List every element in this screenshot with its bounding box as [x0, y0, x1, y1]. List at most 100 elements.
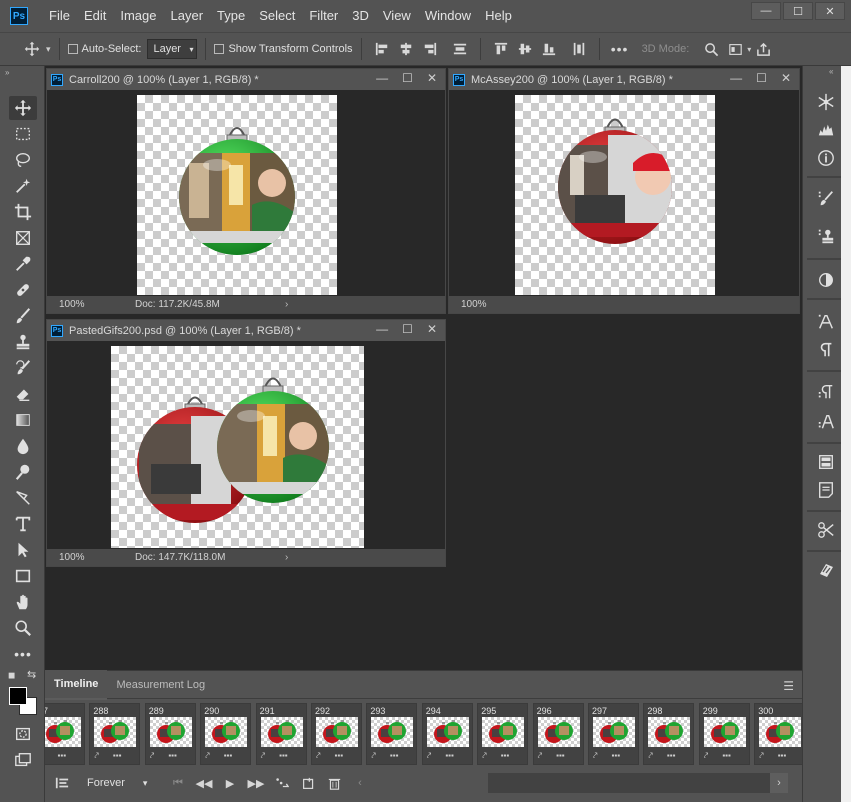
menu-type[interactable]: Type — [210, 0, 252, 32]
timeline-frame[interactable]: 300 ⤤ ▪▪▪ — [754, 703, 802, 765]
layer-comps-icon[interactable] — [811, 450, 841, 474]
chevron-down-icon[interactable]: ▾ — [46, 44, 51, 55]
menu-view[interactable]: View — [376, 0, 418, 32]
window-minimize-button[interactable]: — — [751, 2, 781, 20]
frame-delay-dropdown[interactable]: ⤤ ▪▪▪ — [648, 751, 675, 761]
eyedropper-icon[interactable] — [9, 252, 37, 276]
panel-collapse-icon[interactable]: « — [829, 67, 833, 76]
delete-frame-icon[interactable] — [321, 772, 347, 794]
screen-mode-icon[interactable] — [9, 748, 37, 772]
doc-close-button[interactable]: ✕ — [781, 71, 791, 85]
default-colors-icon[interactable]: ◼ — [8, 670, 15, 681]
menu-image[interactable]: Image — [113, 0, 163, 32]
quick-mask-icon[interactable] — [9, 722, 37, 746]
adjustments-icon[interactable] — [811, 268, 841, 292]
align-horizontal-centers-icon[interactable] — [394, 38, 418, 60]
frame-disposal-icon[interactable]: ⤤ — [648, 751, 653, 761]
more-icon[interactable]: ▪▪▪ — [722, 751, 731, 760]
document-titlebar[interactable]: Ps PastedGifs200.psd @ 100% (Layer 1, RG… — [47, 320, 445, 341]
frame-disposal-icon[interactable]: ⤤ — [316, 751, 321, 761]
frame-delay-dropdown[interactable]: ⤤▪▪▪ — [45, 751, 67, 761]
zoom-icon[interactable] — [9, 616, 37, 640]
brush-icon[interactable] — [9, 304, 37, 328]
frame-delay-dropdown[interactable]: ⤤ ▪▪▪ — [205, 751, 232, 761]
frame-disposal-icon[interactable]: ⤤ — [150, 751, 155, 761]
lasso-icon[interactable] — [9, 148, 37, 172]
notes-icon[interactable] — [811, 478, 841, 502]
previous-frame-icon[interactable]: ◀◀ — [191, 772, 217, 794]
tab-timeline[interactable]: Timeline — [45, 669, 108, 700]
window-close-button[interactable]: ✕ — [815, 2, 845, 20]
align-top-edges-icon[interactable] — [489, 38, 513, 60]
more-icon[interactable]: ▪▪▪ — [612, 751, 621, 760]
more-icon[interactable]: ▪▪▪ — [390, 751, 399, 760]
doc-close-button[interactable]: ✕ — [427, 71, 437, 85]
frame-delay-dropdown[interactable]: ⤤▪▪▪ — [371, 751, 398, 761]
frame-delay-dropdown[interactable]: ⤤▪▪▪ — [94, 751, 121, 761]
info-icon[interactable] — [811, 146, 841, 170]
menu-3d[interactable]: 3D — [345, 0, 376, 32]
timeline-frame[interactable]: 298 ⤤ ▪▪▪ — [643, 703, 695, 765]
distribute-icon[interactable] — [448, 38, 472, 60]
chevron-right-icon[interactable]: › — [770, 773, 788, 793]
snowflake-panel-icon[interactable] — [811, 90, 841, 114]
path-selection-icon[interactable] — [9, 538, 37, 562]
search-icon[interactable] — [699, 38, 723, 60]
workspace-switcher-icon[interactable] — [723, 38, 747, 60]
timeline-frame[interactable]: 288 ⤤ ▪▪▪ — [89, 703, 141, 765]
timeline-panel-icon[interactable] — [811, 558, 841, 582]
timeline-frame[interactable]: 290 ⤤ ▪▪▪ — [200, 703, 252, 765]
hand-icon[interactable] — [9, 590, 37, 614]
align-left-edges-icon[interactable] — [370, 38, 394, 60]
play-icon[interactable]: ▶ — [217, 772, 243, 794]
more-options-icon[interactable]: ••• — [608, 38, 632, 60]
chevron-right-icon[interactable]: › — [285, 552, 288, 563]
tween-icon[interactable] — [269, 772, 295, 794]
document-window-pastedgifs200[interactable]: Ps PastedGifs200.psd @ 100% (Layer 1, RG… — [46, 319, 446, 567]
history-brush-icon[interactable] — [9, 356, 37, 380]
more-icon[interactable]: ▪▪▪ — [224, 751, 233, 760]
loop-options-dropdown[interactable]: Forever ▾ — [87, 777, 157, 789]
frame-delay-dropdown[interactable]: ⤤▪▪▪ — [593, 751, 620, 761]
scrollbar-thumb[interactable]: › — [770, 773, 788, 793]
timeline-frame[interactable]: 291 ⤤ ▪▪▪ — [255, 703, 307, 765]
document-canvas[interactable] — [137, 95, 337, 295]
tool-presets-icon[interactable] — [811, 518, 841, 542]
edit-toolbar-icon[interactable]: ••• — [9, 642, 37, 666]
zoom-level[interactable]: 100% — [47, 299, 135, 310]
align-bottom-edges-icon[interactable] — [537, 38, 561, 60]
share-icon[interactable] — [751, 38, 775, 60]
more-icon[interactable]: ▪▪▪ — [113, 751, 122, 760]
paragraph-styles-icon[interactable] — [811, 380, 841, 404]
timeline-frame[interactable]: 289 ⤤ ▪▪▪ — [144, 703, 196, 765]
menu-file[interactable]: File — [42, 0, 77, 32]
menu-layer[interactable]: Layer — [164, 0, 211, 32]
frame-tool-icon[interactable] — [9, 226, 37, 250]
distribute-vertical-icon[interactable] — [567, 38, 591, 60]
frame-disposal-icon[interactable]: ⤤ — [205, 751, 210, 761]
more-icon[interactable]: ▪▪▪ — [667, 751, 676, 760]
crop-icon[interactable] — [9, 200, 37, 224]
healing-brush-icon[interactable] — [9, 278, 37, 302]
document-canvas[interactable] — [111, 346, 364, 548]
doc-close-button[interactable]: ✕ — [427, 322, 437, 336]
convert-to-video-timeline-icon[interactable] — [49, 772, 75, 794]
frame-delay-dropdown[interactable]: ⤤▪▪▪ — [316, 751, 343, 761]
chevron-right-icon[interactable]: › — [285, 299, 288, 310]
frame-delay-dropdown[interactable]: ⤤▪▪▪ — [538, 751, 565, 761]
frame-disposal-icon[interactable]: ⤤ — [704, 751, 709, 761]
zoom-level[interactable]: 100% — [449, 299, 537, 310]
align-vertical-centers-icon[interactable] — [513, 38, 537, 60]
more-icon[interactable]: ▪▪▪ — [279, 751, 288, 760]
doc-minimize-button[interactable]: — — [376, 71, 388, 85]
frame-disposal-icon[interactable]: ⤤ — [261, 751, 266, 761]
frame-delay-dropdown[interactable]: ⤤ ▪▪▪ — [261, 751, 288, 761]
frame-delay-dropdown[interactable]: ⤤▪▪▪ — [427, 751, 454, 761]
timeline-frame[interactable]: 295 ⤤ ▪▪▪ — [477, 703, 529, 765]
swap-colors-icon[interactable]: ⇆ — [27, 668, 36, 681]
doc-maximize-button[interactable]: ☐ — [756, 71, 767, 85]
clone-source-icon[interactable] — [811, 224, 841, 248]
blur-icon[interactable] — [9, 434, 37, 458]
rectangular-marquee-icon[interactable] — [9, 122, 37, 146]
menu-edit[interactable]: Edit — [77, 0, 113, 32]
